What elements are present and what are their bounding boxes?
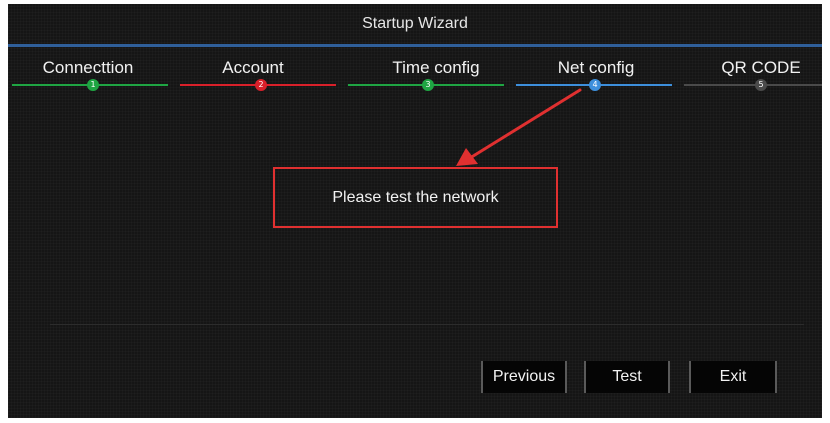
step-badge-5: 5 <box>755 79 767 91</box>
startup-wizard-window: Startup Wizard Connecttion 1 Account 2 T… <box>8 4 822 418</box>
step-label-qr-code: QR CODE <box>721 58 801 77</box>
exit-button-label: Exit <box>719 368 747 385</box>
step-label-account: Account <box>222 58 284 77</box>
test-button[interactable]: Test <box>584 361 670 393</box>
network-test-message: Please test the network <box>332 188 499 206</box>
exit-button[interactable]: Exit <box>689 361 777 393</box>
footer-divider <box>50 324 804 325</box>
step-badge-4: 4 <box>589 79 601 91</box>
title-underline <box>8 44 822 47</box>
step-label-time-config: Time config <box>392 58 480 77</box>
step-label-net-config: Net config <box>557 58 635 77</box>
step-badge-3: 3 <box>422 79 434 91</box>
step-badge-1: 1 <box>87 79 99 91</box>
step-badge-2: 2 <box>255 79 267 91</box>
step-label-connection: Connecttion <box>42 58 134 77</box>
window-title-bar: Startup Wizard <box>8 4 822 44</box>
network-test-message-box: Please test the network <box>273 167 558 228</box>
step-progress-line-5 <box>684 84 822 86</box>
previous-button[interactable]: Previous <box>481 361 567 393</box>
test-button-label: Test <box>612 368 642 385</box>
previous-button-label: Previous <box>492 368 556 385</box>
window-title: Startup Wizard <box>362 15 468 32</box>
